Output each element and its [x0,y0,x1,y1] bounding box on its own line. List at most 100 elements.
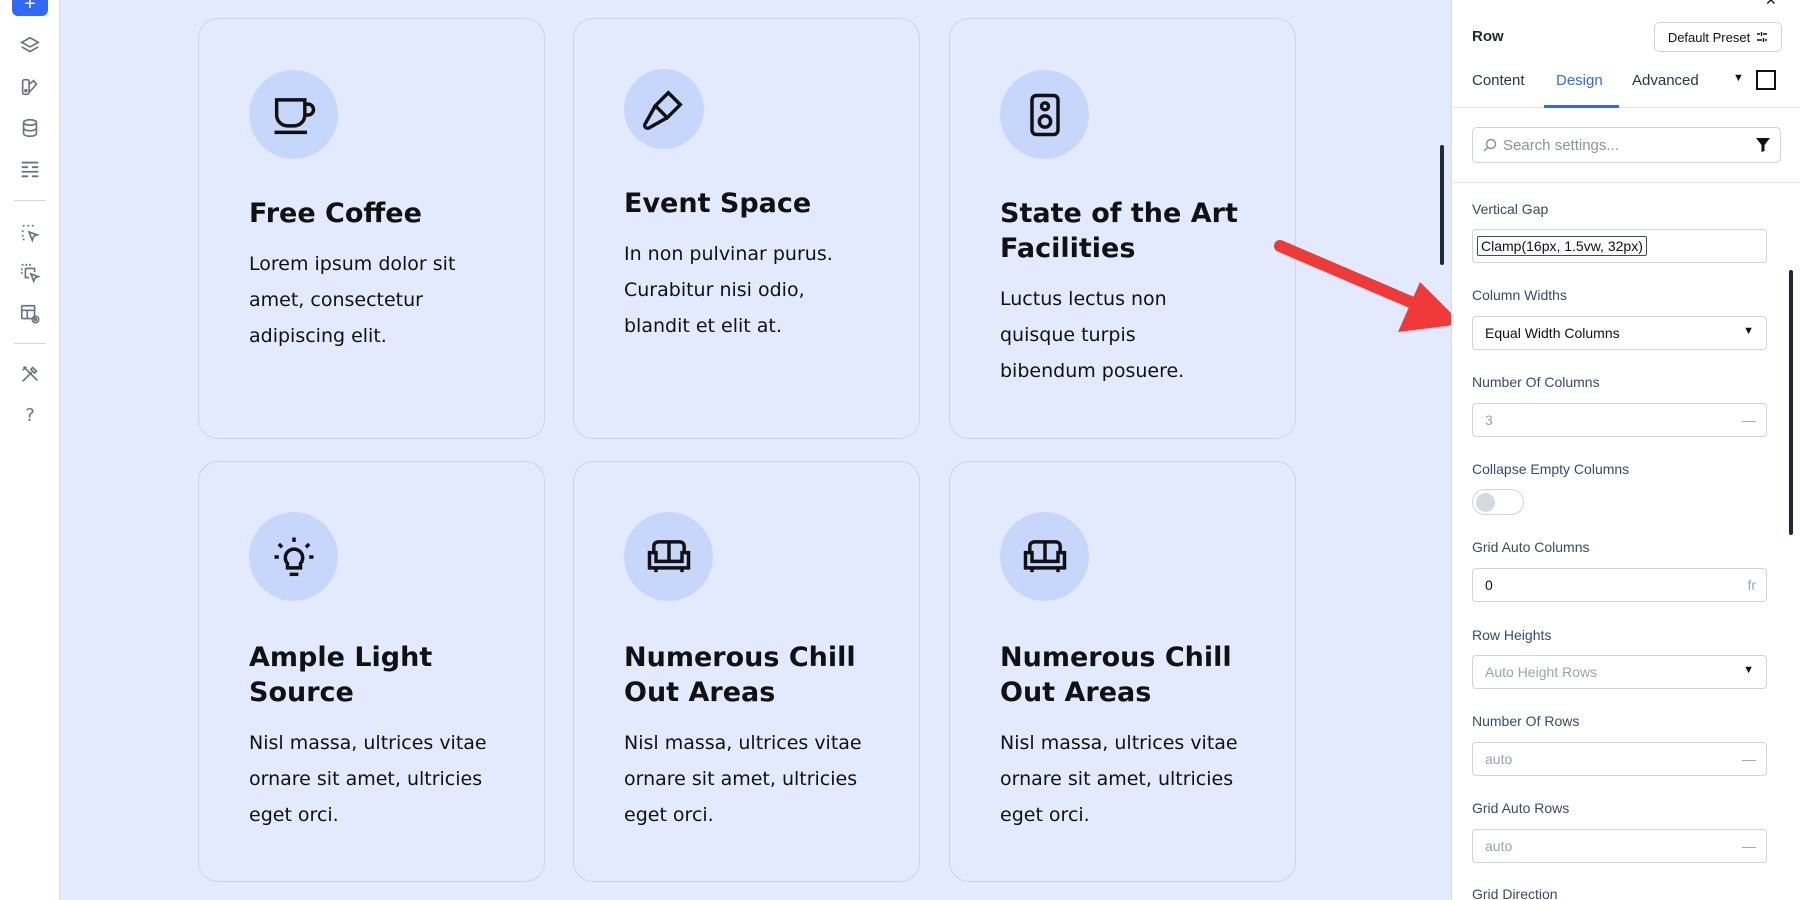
panel-element-title: Row [1472,28,1504,45]
card-title-line: Numerous Chill [624,642,856,673]
chevron-down-icon: ▼ [1743,325,1754,337]
row-heights-select[interactable]: Auto Height Rows ▼ [1472,655,1767,689]
help-button[interactable]: ? [15,400,45,430]
close-icon[interactable]: ✕ [1765,0,1777,9]
icon-circle [624,512,713,601]
card-text-line: blandit et elit at. [624,315,782,337]
database-button[interactable] [15,113,45,143]
card-text-line: Curabitur nisi odio, [624,279,805,301]
collapse-empty-columns-label: Collapse Empty Columns [1472,461,1630,477]
lightbulb-icon [274,537,313,576]
row-heights-label: Row Heights [1472,627,1552,643]
number-of-rows-value: auto [1485,751,1513,767]
tab-content[interactable]: Content [1472,72,1525,89]
card-title-line: Source [249,677,354,708]
grid-auto-rows-input[interactable]: auto — [1472,829,1767,863]
theme-button[interactable] [15,72,45,102]
number-of-columns-input[interactable]: 3 — [1472,403,1767,437]
feature-card[interactable]: Ample Light Source Nisl massa, ultrices … [198,461,545,882]
icon-circle [249,512,338,601]
number-of-rows-unit: — [1742,751,1756,767]
grid-auto-columns-label: Grid Auto Columns [1472,539,1590,555]
preset-label: Default Preset [1667,29,1751,45]
multi-select-button[interactable] [15,258,45,288]
panel-divider [1452,182,1800,183]
preview-button[interactable] [15,299,45,329]
card-text-line: ornare sit amet, ultricies [624,768,858,790]
column-widths-value: Equal Width Columns [1485,325,1620,341]
help-icon: ? [25,404,35,426]
card-text: Nisl massa, ultrices vitae ornare sit am… [1000,725,1270,833]
toolbar-divider [14,200,46,201]
filter-icon[interactable] [1756,137,1770,153]
column-widths-label: Column Widths [1472,287,1567,303]
card-text-line: eget orci. [1000,804,1090,826]
row-heights-value: Auto Height Rows [1485,664,1598,680]
card-text-line: Nisl massa, ultrices vitae [1000,732,1238,754]
card-title: Free Coffee [249,198,422,229]
layout-button[interactable] [15,154,45,184]
feature-card[interactable]: Numerous Chill Out Areas Nisl massa, ult… [949,461,1296,882]
layers-button[interactable] [15,31,45,61]
feature-card[interactable]: Free Coffee Lorem ipsum dolor sit amet, … [198,18,545,439]
number-of-columns-label: Number Of Columns [1472,374,1600,390]
icon-circle [249,70,338,159]
card-text-line: amet, consectetur [249,289,423,311]
settings-panel: ✕ Row Default Preset Content Design Adva… [1451,0,1800,900]
panel-tabs: Content Design Advanced ▼ [1452,64,1800,108]
palette-icon [21,78,38,96]
number-of-columns-unit: — [1742,412,1756,428]
card-text-line: Lorem ipsum dolor sit [249,253,456,275]
icon-circle [1000,70,1089,159]
coffee-cup-icon [274,97,315,134]
add-button[interactable]: + [12,0,48,16]
card-title-line: Numerous Chill [1000,642,1232,673]
card-title: Numerous Chill Out Areas [624,640,894,710]
card-text: Lorem ipsum dolor sit amet, consectetur … [249,246,519,354]
number-of-columns-value: 3 [1485,412,1493,428]
feature-card[interactable]: State of the Art Facilities Luctus lectu… [949,18,1296,439]
feature-card[interactable]: Event Space In non pulvinar purus. Curab… [573,18,920,439]
chevron-down-icon[interactable]: ▼ [1733,72,1744,84]
grid-auto-columns-unit: fr [1747,577,1756,593]
collapse-empty-columns-toggle[interactable] [1472,489,1524,515]
search-icon [1483,138,1497,152]
click-select-button[interactable] [15,218,45,248]
number-of-rows-input[interactable]: auto — [1472,742,1767,776]
card-text-line: quisque turpis [1000,324,1136,346]
card-text-line: eget orci. [624,804,714,826]
card-text: Nisl massa, ultrices vitae ornare sit am… [249,725,519,833]
grid-direction-label: Grid Direction [1472,886,1558,900]
panel-scrollbar[interactable] [1789,270,1793,535]
tab-advanced[interactable]: Advanced [1632,72,1699,89]
tools-button[interactable] [15,359,45,389]
icon-circle [1000,512,1089,601]
card-title-line: Facilities [1000,233,1136,264]
database-icon [22,118,38,138]
vertical-gap-value: Clamp(16px, 1.5vw, 32px) [1477,236,1647,256]
card-text-line: adipiscing elit. [249,325,387,347]
click-select-icon [21,224,40,243]
microphone-icon [642,90,683,131]
card-text: Luctus lectus non quisque turpis bibendu… [1000,281,1270,389]
grid-auto-rows-unit: — [1742,838,1756,854]
toolbar-divider [14,343,46,344]
vertical-gap-label: Vertical Gap [1472,201,1549,217]
feature-card[interactable]: Numerous Chill Out Areas Nisl massa, ult… [573,461,920,882]
multi-select-icon [20,263,41,284]
card-text-line: Nisl massa, ultrices vitae [624,732,862,754]
sofa-icon [647,539,690,572]
search-input[interactable]: Search settings... [1503,137,1619,154]
card-text: In non pulvinar purus. Curabitur nisi od… [624,236,894,344]
panel-mode-icon[interactable] [1756,70,1776,90]
card-title-line: Out Areas [624,677,776,708]
settings-search[interactable]: Search settings... [1472,127,1781,163]
card-title: Numerous Chill Out Areas [1000,640,1270,710]
preset-dropdown[interactable]: Default Preset [1654,22,1782,52]
vertical-gap-input[interactable]: Clamp(16px, 1.5vw, 32px) [1472,229,1767,263]
column-widths-select[interactable]: Equal Width Columns ▼ [1472,316,1767,350]
grid-auto-columns-input[interactable]: 0 fr [1472,568,1767,602]
card-text-line: ornare sit amet, ultricies [249,768,483,790]
card-text-line: Nisl massa, ultrices vitae [249,732,487,754]
tab-design[interactable]: Design [1556,72,1603,89]
